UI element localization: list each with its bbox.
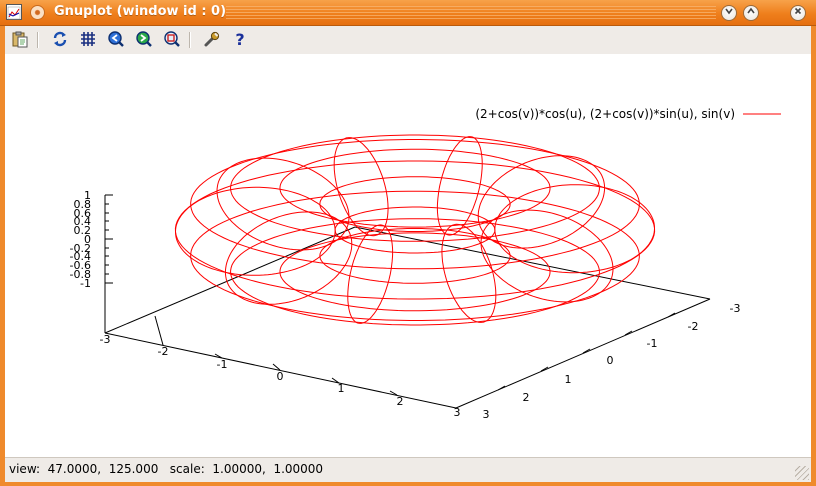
plot-svg: (2+cos(v))*cos(u), (2+cos(v))*sin(u), si… xyxy=(70,107,781,421)
y-tick-label: -2 xyxy=(688,320,699,333)
replot-button[interactable] xyxy=(49,30,71,52)
x-tick-labels: -3 -2 -1 0 1 2 3 xyxy=(100,333,461,419)
settings-button[interactable] xyxy=(201,30,223,52)
svg-text:?: ? xyxy=(235,30,244,48)
minimize-button[interactable] xyxy=(721,5,737,21)
window-frame-bottom xyxy=(0,482,816,486)
chevron-down-icon xyxy=(724,8,734,19)
copy-to-clipboard-icon xyxy=(11,30,29,52)
torus-ring-line xyxy=(174,160,656,300)
toolbar-separator xyxy=(189,32,191,48)
status-bar: view: 47.0000, 125.000 scale: 1.00000, 1… xyxy=(5,457,811,482)
torus-tube-line xyxy=(494,184,656,274)
y-axis-line xyxy=(455,298,711,409)
close-icon xyxy=(793,7,803,19)
torus-surface xyxy=(174,134,656,326)
zoom-previous-button[interactable] xyxy=(105,30,127,52)
x-tick-marks xyxy=(154,315,398,396)
torus-ring-line xyxy=(190,190,640,321)
z-tick-marks xyxy=(105,194,113,284)
close-button[interactable] xyxy=(790,5,806,21)
legend-label: (2+cos(v))*cos(u), (2+cos(v))*sin(u), si… xyxy=(475,107,735,121)
x-tick-label: 2 xyxy=(397,395,404,408)
toggle-grid-button[interactable] xyxy=(77,30,99,52)
toolbar: ? xyxy=(5,26,811,54)
window-frame-right xyxy=(811,26,816,486)
title-bar-stripes xyxy=(226,6,716,20)
plot-canvas[interactable]: (2+cos(v))*cos(u), (2+cos(v))*sin(u), si… xyxy=(5,54,811,457)
window-title: Gnuplot (window id : 0) xyxy=(54,4,227,19)
y-tick-label: 3 xyxy=(483,408,490,421)
torus-ring-line xyxy=(190,139,640,270)
copy-to-clipboard-button[interactable] xyxy=(9,30,31,52)
y-tick-label: 0 xyxy=(607,354,614,367)
maximize-button[interactable] xyxy=(743,5,759,21)
y-tick-label: 2 xyxy=(523,391,530,404)
help-button[interactable]: ? xyxy=(229,30,251,52)
y-tick-label: -1 xyxy=(647,337,658,350)
title-bar[interactable]: Gnuplot (window id : 0) xyxy=(0,0,816,26)
z-tick-label: -1 xyxy=(80,277,91,290)
x-tick-label: -2 xyxy=(158,345,169,358)
y-tick-label: -3 xyxy=(730,302,741,315)
zoom-next-icon xyxy=(135,30,153,52)
x-tick-label: -1 xyxy=(217,358,228,371)
zoom-previous-icon xyxy=(107,30,125,52)
y-tick-labels: 3 2 1 0 -1 -2 -3 xyxy=(483,302,741,421)
gnuplot-app-icon[interactable] xyxy=(6,4,22,20)
zoom-next-button[interactable] xyxy=(133,30,155,52)
grid-icon xyxy=(79,30,97,52)
torus-tube-line xyxy=(174,186,336,276)
replot-icon xyxy=(51,30,69,52)
toolbar-separator xyxy=(37,32,39,48)
back-axis-line xyxy=(354,226,711,300)
settings-wrench-icon xyxy=(203,30,221,52)
x-tick-label: 1 xyxy=(338,382,345,395)
window-menu-button[interactable] xyxy=(30,5,45,20)
z-tick-labels: 1 0.8 0.6 0.4 0.2 0 -0.2 -0.4 -0.6 -0.8 … xyxy=(70,189,91,290)
help-icon: ? xyxy=(231,30,249,52)
x-tick-label: 3 xyxy=(454,406,461,419)
chevron-up-icon xyxy=(746,7,756,19)
autoscale-button[interactable] xyxy=(161,30,183,52)
x-tick-label: -3 xyxy=(100,333,111,346)
status-text: view: 47.0000, 125.000 scale: 1.00000, 1… xyxy=(9,462,324,476)
autoscale-icon xyxy=(163,30,181,52)
y-tick-label: 1 xyxy=(565,373,572,386)
resize-grip[interactable] xyxy=(795,466,809,480)
x-tick-label: 0 xyxy=(277,370,284,383)
